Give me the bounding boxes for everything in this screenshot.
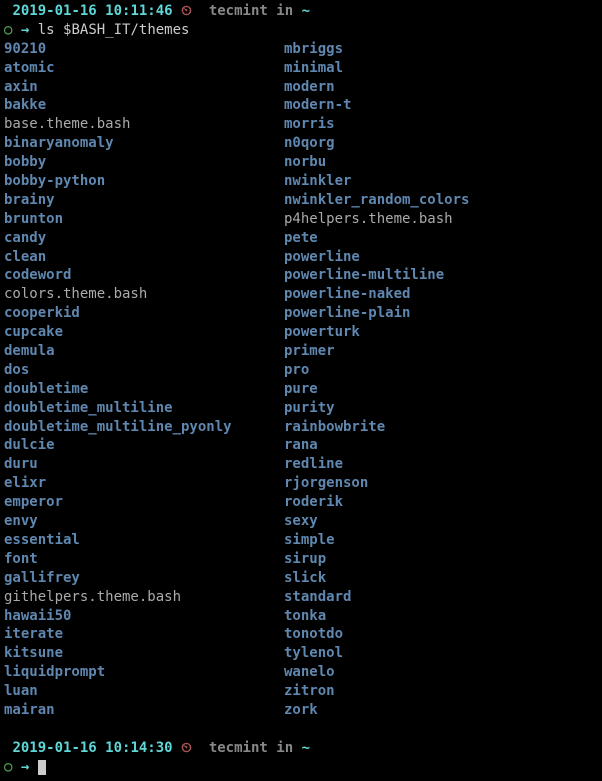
list-item: base.theme.bash bbox=[4, 115, 284, 134]
list-item: colors.theme.bash bbox=[4, 285, 284, 304]
list-item: modern-t bbox=[284, 96, 469, 115]
list-item: demula bbox=[4, 342, 284, 361]
list-item: zork bbox=[284, 701, 469, 720]
list-item: rana bbox=[284, 436, 469, 455]
list-item: standard bbox=[284, 588, 469, 607]
blank-line bbox=[4, 720, 598, 739]
prompt-line-2: 2019-01-16 10:14:30 ⏲ tecmint in ~ bbox=[4, 739, 598, 758]
list-item: luan bbox=[4, 682, 284, 701]
list-item: powerline bbox=[284, 248, 469, 267]
list-item: gallifrey bbox=[4, 569, 284, 588]
list-item: primer bbox=[284, 342, 469, 361]
timestamp: 2019-01-16 10:11:46 bbox=[12, 3, 172, 19]
list-item: doubletime_multiline bbox=[4, 399, 284, 418]
list-item: liquidprompt bbox=[4, 663, 284, 682]
list-item: powerline-multiline bbox=[284, 266, 469, 285]
list-item: brunton bbox=[4, 210, 284, 229]
list-item: powerline-plain bbox=[284, 304, 469, 323]
ls-output: 90210atomicaxinbakkebase.theme.bashbinar… bbox=[4, 40, 598, 720]
list-item: iterate bbox=[4, 625, 284, 644]
list-item: pure bbox=[284, 380, 469, 399]
list-item: font bbox=[4, 550, 284, 569]
command-text: ls $BASH_IT/themes bbox=[38, 22, 190, 38]
list-item: emperor bbox=[4, 493, 284, 512]
path: ~ bbox=[302, 740, 310, 756]
list-item: purity bbox=[284, 399, 469, 418]
list-item: bakke bbox=[4, 96, 284, 115]
list-item: slick bbox=[284, 569, 469, 588]
list-item: mairan bbox=[4, 701, 284, 720]
list-item: sexy bbox=[284, 512, 469, 531]
list-item: tylenol bbox=[284, 644, 469, 663]
prompt-circle-icon: ○ bbox=[4, 22, 12, 38]
list-item: morris bbox=[284, 115, 469, 134]
list-item: p4helpers.theme.bash bbox=[284, 210, 469, 229]
list-item: kitsune bbox=[4, 644, 284, 663]
timestamp: 2019-01-16 10:14:30 bbox=[12, 740, 172, 756]
list-item: dulcie bbox=[4, 436, 284, 455]
list-item: simple bbox=[284, 531, 469, 550]
list-item: atomic bbox=[4, 59, 284, 78]
output-column-2: mbriggsminimalmodernmodern-tmorrisn0qorg… bbox=[284, 40, 469, 720]
list-item: powerline-naked bbox=[284, 285, 469, 304]
cursor bbox=[38, 760, 46, 775]
list-item: pro bbox=[284, 361, 469, 380]
list-item: n0qorg bbox=[284, 134, 469, 153]
prompt-line-1: 2019-01-16 10:11:46 ⏲ tecmint in ~ bbox=[4, 2, 598, 21]
list-item: powerturk bbox=[284, 323, 469, 342]
in-word: in bbox=[276, 740, 293, 756]
list-item: dos bbox=[4, 361, 284, 380]
list-item: zitron bbox=[284, 682, 469, 701]
in-word: in bbox=[276, 3, 293, 19]
prompt-arrow-icon: → bbox=[21, 759, 29, 775]
prompt-circle-icon: ○ bbox=[4, 759, 12, 775]
list-item: cupcake bbox=[4, 323, 284, 342]
list-item: modern bbox=[284, 78, 469, 97]
list-item: envy bbox=[4, 512, 284, 531]
list-item: rainbowbrite bbox=[284, 418, 469, 437]
list-item: norbu bbox=[284, 153, 469, 172]
list-item: nwinkler bbox=[284, 172, 469, 191]
clock-icon: ⏲ bbox=[181, 740, 192, 756]
list-item: sirup bbox=[284, 550, 469, 569]
list-item: tonotdo bbox=[284, 625, 469, 644]
command-line-2[interactable]: ○ → bbox=[4, 758, 598, 777]
list-item: doubletime bbox=[4, 380, 284, 399]
list-item: pete bbox=[284, 229, 469, 248]
list-item: 90210 bbox=[4, 40, 284, 59]
username: tecmint bbox=[209, 3, 268, 19]
list-item: candy bbox=[4, 229, 284, 248]
list-item: githelpers.theme.bash bbox=[4, 588, 284, 607]
path: ~ bbox=[302, 3, 310, 19]
list-item: roderik bbox=[284, 493, 469, 512]
prompt-arrow-icon: → bbox=[21, 22, 29, 38]
list-item: essential bbox=[4, 531, 284, 550]
list-item: codeword bbox=[4, 266, 284, 285]
list-item: minimal bbox=[284, 59, 469, 78]
list-item: elixr bbox=[4, 474, 284, 493]
list-item: clean bbox=[4, 248, 284, 267]
list-item: wanelo bbox=[284, 663, 469, 682]
clock-icon: ⏲ bbox=[181, 3, 192, 19]
list-item: hawaii50 bbox=[4, 607, 284, 626]
list-item: cooperkid bbox=[4, 304, 284, 323]
list-item: nwinkler_random_colors bbox=[284, 191, 469, 210]
list-item: rjorgenson bbox=[284, 474, 469, 493]
list-item: bobby bbox=[4, 153, 284, 172]
list-item: binaryanomaly bbox=[4, 134, 284, 153]
list-item: brainy bbox=[4, 191, 284, 210]
list-item: tonka bbox=[284, 607, 469, 626]
list-item: axin bbox=[4, 78, 284, 97]
list-item: doubletime_multiline_pyonly bbox=[4, 418, 284, 437]
list-item: bobby-python bbox=[4, 172, 284, 191]
username: tecmint bbox=[209, 740, 268, 756]
list-item: mbriggs bbox=[284, 40, 469, 59]
output-column-1: 90210atomicaxinbakkebase.theme.bashbinar… bbox=[4, 40, 284, 720]
list-item: redline bbox=[284, 455, 469, 474]
command-line-1[interactable]: ○ → ls $BASH_IT/themes bbox=[4, 21, 598, 40]
list-item: duru bbox=[4, 455, 284, 474]
